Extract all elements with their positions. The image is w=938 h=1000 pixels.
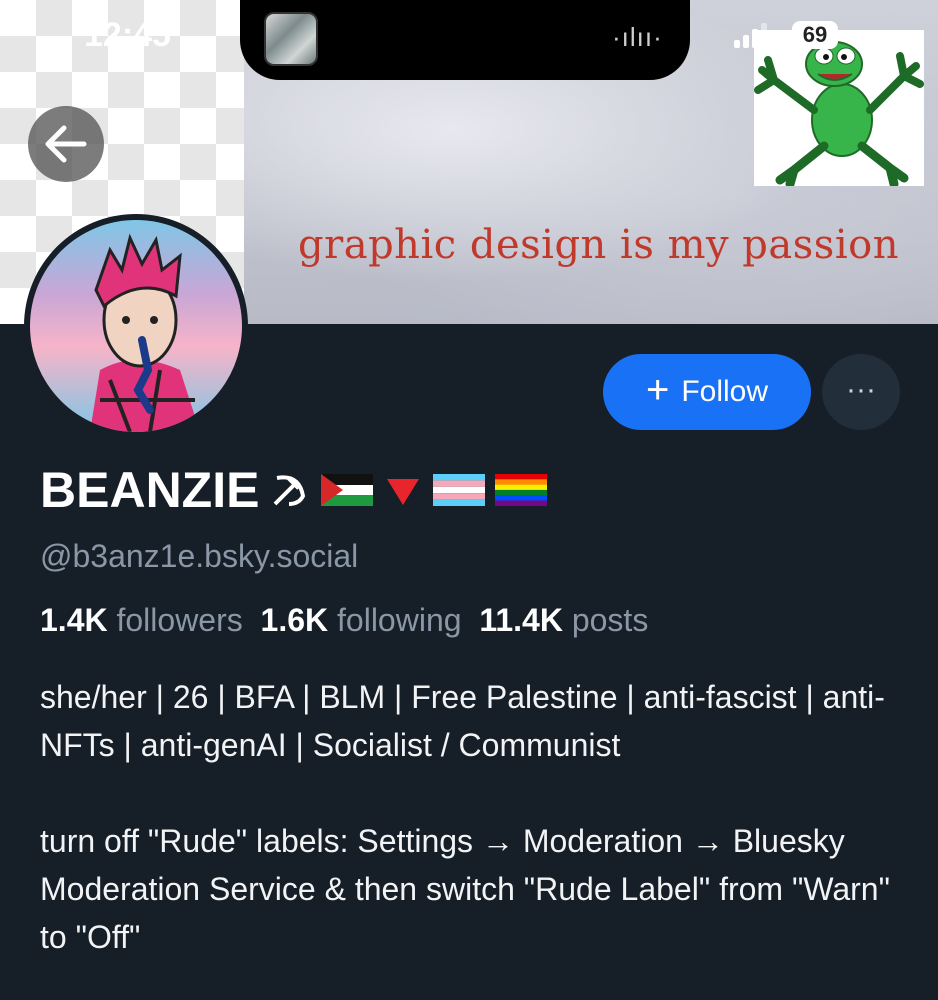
red-triangle-icon	[387, 479, 420, 505]
follow-button[interactable]: + Follow	[603, 354, 811, 430]
followers-label: followers	[116, 602, 243, 638]
status-bar: 12:45 ·ılıı· 69	[0, 0, 938, 80]
signal-icon	[734, 22, 770, 48]
status-time: 12:45	[84, 16, 171, 54]
followers-link[interactable]: 1.4K followers	[40, 602, 243, 638]
dynamic-island[interactable]: ·ılıı·	[240, 0, 690, 80]
following-label: following	[337, 602, 462, 638]
posts-label: posts	[571, 602, 649, 638]
battery-icon: 69	[792, 21, 838, 49]
rainbow-flag-icon	[495, 474, 548, 506]
avatar[interactable]	[24, 214, 248, 438]
display-name: BEANZIE	[40, 462, 260, 518]
palestine-flag-icon	[321, 474, 374, 506]
banner-caption: graphic design is my passion	[298, 222, 899, 268]
followers-count: 1.4K	[40, 602, 108, 638]
audio-wave-icon: ·ılıı·	[612, 22, 663, 52]
display-name-row: BEANZIE	[40, 460, 548, 520]
follow-label: Follow	[681, 375, 769, 408]
arrow-left-icon	[45, 125, 87, 163]
more-options-button[interactable]: ···	[822, 354, 900, 430]
hammer-and-sickle-icon	[274, 475, 306, 506]
profile-stats: 1.4K followers 1.6K following 11.4K post…	[40, 602, 648, 639]
trans-flag-icon	[433, 474, 486, 506]
following-link[interactable]: 1.6K following	[261, 602, 462, 638]
back-button[interactable]	[28, 106, 104, 182]
profile-bio: she/her | 26 | BFA | BLM | Free Palestin…	[40, 679, 890, 955]
now-playing-thumbnail	[264, 12, 318, 66]
avatar-image	[30, 220, 242, 432]
plus-icon: +	[645, 368, 670, 412]
profile-handle: @b3anz1e.bsky.social	[40, 538, 359, 574]
following-count: 1.6K	[260, 602, 329, 638]
posts-count: 11.4K	[479, 602, 563, 638]
posts-stat: 11.4K posts	[479, 602, 648, 638]
